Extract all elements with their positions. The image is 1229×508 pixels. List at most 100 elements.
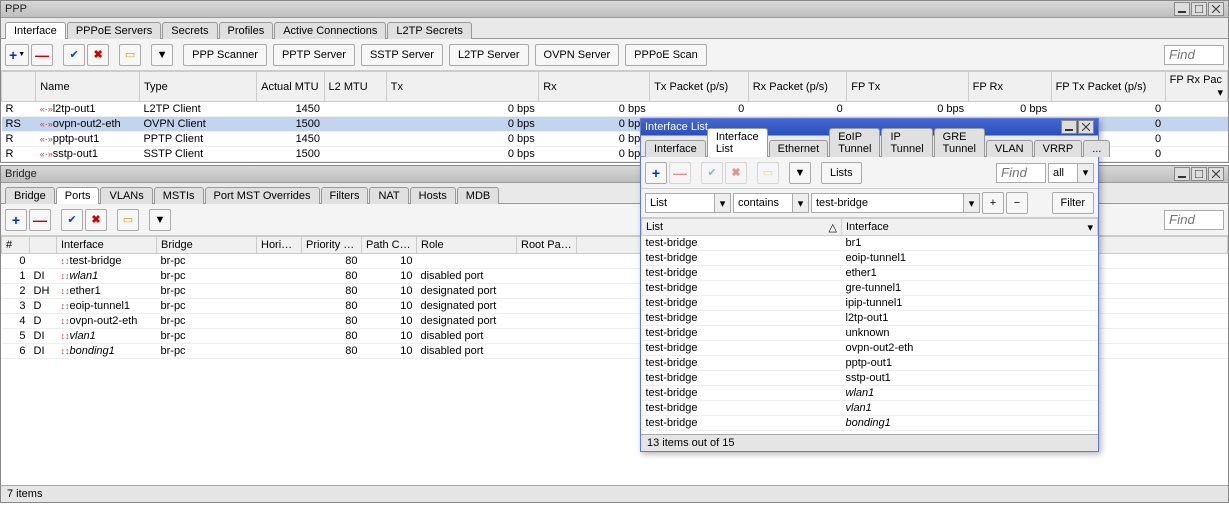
find-input[interactable] [996,163,1046,183]
filter-value-dropdown[interactable]: test-bridge ▾ [811,193,980,213]
table-row[interactable]: test-bridgebonding1 [642,416,1098,431]
column-header[interactable]: Name [36,72,140,102]
filter-op-dropdown[interactable]: contains ▾ [733,193,809,213]
column-header[interactable]: Interface▾ [842,219,1098,236]
tab-port-mst-overrides[interactable]: Port MST Overrides [205,187,320,204]
dropdown-arrow-icon[interactable]: ▾ [1078,163,1094,183]
disable-button[interactable]: ✖ [85,209,107,231]
tab-mstis[interactable]: MSTIs [154,187,204,204]
sstp-server-button[interactable]: SSTP Server [361,44,443,66]
add-button[interactable]: +▼ [5,44,29,66]
filter-apply-button[interactable]: Filter [1052,192,1094,214]
column-header[interactable]: Root Pat... [517,237,577,254]
disable-button[interactable]: ✖ [725,162,747,184]
column-header[interactable]: FP Rx [968,72,1051,102]
tab-vlan[interactable]: VLAN [986,140,1033,157]
dropdown-arrow-icon[interactable]: ▾ [793,193,809,213]
filter-button[interactable]: ▼ [789,162,811,184]
remove-button[interactable]: — [669,162,691,184]
tab-interface[interactable]: Interface [645,140,706,157]
enable-button[interactable]: ✔ [61,209,83,231]
add-button[interactable]: + [645,162,667,184]
tab-l2tp-secrets[interactable]: L2TP Secrets [387,22,471,39]
table-row[interactable]: test-bridgebr1 [642,236,1098,251]
tab-interface-list[interactable]: Interface List [707,128,768,157]
dropdown-arrow-icon[interactable]: ▾ [964,193,980,213]
dropdown-arrow-icon[interactable]: ▾ [715,193,731,213]
tab--[interactable]: ... [1083,140,1110,157]
filter-add-button[interactable]: + [982,192,1004,214]
minimize-button[interactable] [1174,167,1190,181]
lists-button[interactable]: Lists [821,162,862,184]
filter-remove-button[interactable]: − [1006,192,1028,214]
column-header[interactable]: Rx Packet (p/s) [748,72,847,102]
table-row[interactable]: test-bridgeether1 [642,266,1098,281]
column-header[interactable]: Interface [57,237,157,254]
column-header[interactable]: FP Tx [847,72,968,102]
pptp-server-button[interactable]: PPTP Server [273,44,355,66]
tab-ethernet[interactable]: Ethernet [769,140,829,157]
column-header[interactable]: Role [417,237,517,254]
iflist-grid[interactable]: List△Interface▾ test-bridgebr1test-bridg… [641,218,1098,434]
disable-button[interactable]: ✖ [87,44,109,66]
remove-button[interactable]: — [31,44,53,66]
l2tp-server-button[interactable]: L2TP Server [449,44,529,66]
table-row[interactable]: R«·»l2tp-out1L2TP Client14500 bps0 bps00… [2,102,1228,117]
tab-vlans[interactable]: VLANs [100,187,152,204]
column-header[interactable]: Bridge [157,237,257,254]
enable-button[interactable]: ✔ [701,162,723,184]
column-header[interactable]: Actual MTU [257,72,324,102]
pppoe-scan-button[interactable]: PPPoE Scan [625,44,707,66]
tab-vrrp[interactable]: VRRP [1034,140,1083,157]
tab-pppoe-servers[interactable]: PPPoE Servers [67,22,161,39]
filter-button[interactable]: ▼ [149,209,171,231]
column-header[interactable]: Tx Packet (p/s) [650,72,749,102]
ppp-scanner-button[interactable]: PPP Scanner [183,44,267,66]
tab-interface[interactable]: Interface [5,22,66,39]
column-header[interactable]: Rx [539,72,650,102]
find-input[interactable] [1164,45,1224,65]
table-row[interactable]: test-bridgeovpn-out2-eth [642,341,1098,356]
column-header[interactable] [2,72,36,102]
filter-button[interactable]: ▼ [151,44,173,66]
close-button[interactable] [1208,167,1224,181]
table-row[interactable]: test-bridgeunknown [642,326,1098,341]
find-input[interactable] [1164,210,1224,230]
table-row[interactable]: test-bridgewlan1 [642,386,1098,401]
column-header[interactable]: Tx [386,72,538,102]
comment-button[interactable]: ▭ [119,44,141,66]
close-button[interactable] [1078,120,1094,134]
tab-gre-tunnel[interactable]: GRE Tunnel [934,128,985,157]
ovpn-server-button[interactable]: OVPN Server [535,44,620,66]
column-header[interactable]: # [2,237,30,254]
table-row[interactable]: test-bridgesstp-out1 [642,371,1098,386]
table-row[interactable]: test-bridgevlan1 [642,401,1098,416]
ppp-titlebar[interactable]: PPP [1,1,1228,18]
tab-mdb[interactable]: MDB [457,187,499,204]
tab-bridge[interactable]: Bridge [5,187,55,204]
table-row[interactable]: test-bridgepptp-out1 [642,356,1098,371]
column-header[interactable]: Priority (h... [302,237,362,254]
add-button[interactable]: + [5,209,27,231]
table-row[interactable]: test-bridgegre-tunnel1 [642,281,1098,296]
maximize-button[interactable] [1191,2,1207,16]
tab-hosts[interactable]: Hosts [410,187,456,204]
tab-profiles[interactable]: Profiles [219,22,274,39]
scope-dropdown[interactable]: all ▾ [1048,163,1094,183]
enable-button[interactable]: ✔ [63,44,85,66]
comment-button[interactable]: ▭ [757,162,779,184]
tab-eoip-tunnel[interactable]: EoIP Tunnel [829,128,880,157]
column-header[interactable]: Type [139,72,256,102]
maximize-button[interactable] [1191,167,1207,181]
column-header[interactable]: FP Rx Pac ▾ [1165,72,1227,102]
table-row[interactable]: test-bridgeipip-tunnel1 [642,296,1098,311]
column-header[interactable]: Path Cost [362,237,417,254]
tab-filters[interactable]: Filters [321,187,369,204]
tab-active-connections[interactable]: Active Connections [274,22,386,39]
column-header[interactable]: L2 MTU [324,72,386,102]
column-header[interactable]: List△ [642,219,842,236]
filter-field-dropdown[interactable]: List ▾ [645,193,731,213]
remove-button[interactable]: — [29,209,51,231]
tab-nat[interactable]: NAT [369,187,408,204]
table-row[interactable]: test-bridgeeoip-tunnel1 [642,251,1098,266]
